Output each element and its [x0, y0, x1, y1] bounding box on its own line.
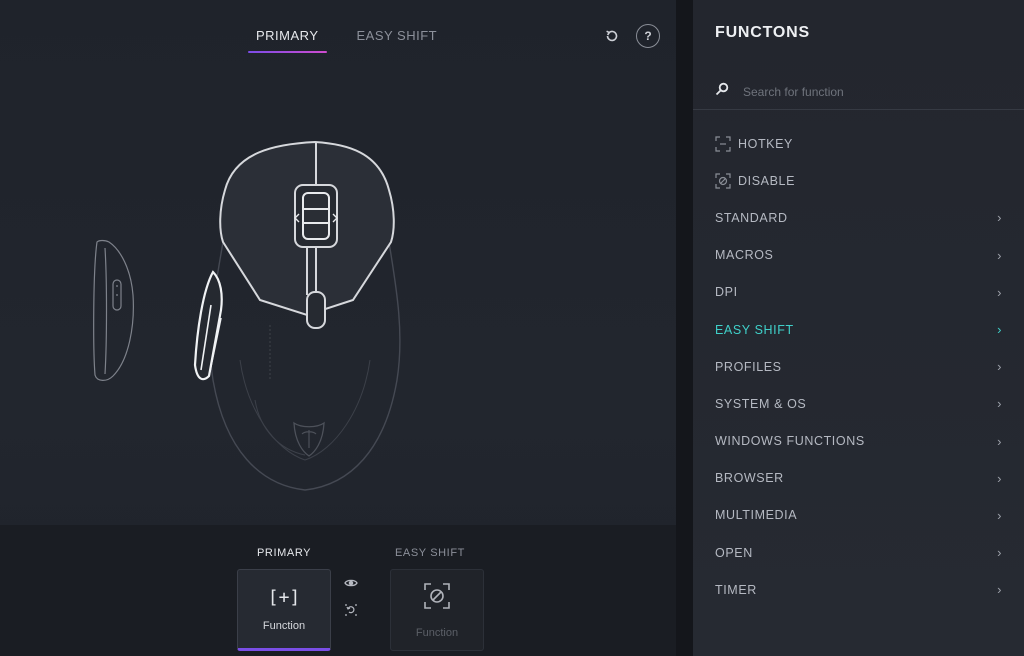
search-icon [715, 82, 729, 101]
easy-slot-text: Function [415, 626, 459, 639]
panel-divider [676, 0, 693, 656]
add-function-icon: [+] [267, 586, 301, 608]
tab-primary[interactable]: PRIMARY [248, 24, 327, 53]
function-item-easy-shift[interactable]: EASY SHIFT › [693, 311, 1024, 348]
primary-function-slot[interactable]: [+] Function [237, 569, 331, 651]
preview-eye-icon[interactable] [341, 573, 361, 593]
mouse-diagram [85, 130, 425, 500]
disable-slot-icon [423, 582, 451, 615]
function-search-input[interactable] [743, 84, 983, 99]
function-list: HOTKEY DISABLE STANDARD › MACROS › DPI › [693, 125, 1024, 608]
functions-title: FUNCTONS [715, 24, 810, 41]
chevron-right-icon: › [997, 470, 1002, 486]
easy-shift-slot-label: EASY SHIFT [395, 547, 465, 559]
function-item-label: DPI [715, 285, 738, 300]
function-item-open[interactable]: OPEN › [693, 534, 1024, 571]
chevron-right-icon: › [997, 507, 1002, 523]
functions-sidebar: FUNCTONS HOTKEY [693, 0, 1024, 656]
function-item-system-os[interactable]: SYSTEM & OS › [693, 385, 1024, 422]
function-item-label: PROFILES [715, 359, 782, 374]
function-item-label: MULTIMEDIA [715, 508, 798, 523]
primary-slot-label: PRIMARY [257, 547, 312, 559]
function-item-label: DISABLE [738, 173, 796, 188]
function-item-standard[interactable]: STANDARD › [693, 199, 1024, 236]
binding-slots: PRIMARY EASY SHIFT [+] Function Function [0, 525, 676, 656]
function-item-profiles[interactable]: PROFILES › [693, 348, 1024, 385]
mode-tabs: PRIMARY EASY SHIFT [248, 24, 445, 53]
function-item-label: EASY SHIFT [715, 322, 794, 337]
chevron-right-icon: › [997, 433, 1002, 449]
disable-icon [715, 173, 731, 189]
mouse-side-view [93, 239, 134, 381]
chevron-right-icon: › [997, 359, 1002, 375]
function-item-label: HOTKEY [738, 136, 793, 151]
function-item-label: WINDOWS FUNCTIONS [715, 434, 865, 449]
primary-slot-text: Function [262, 619, 306, 632]
chevron-right-icon: › [997, 322, 1002, 338]
chevron-right-icon: › [997, 582, 1002, 598]
tab-easy-shift[interactable]: EASY SHIFT [349, 24, 446, 53]
mouse-config-panel: PRIMARY EASY SHIFT ? PRIMARY EASY SHIFT … [0, 0, 676, 656]
function-item-windows-functions[interactable]: WINDOWS FUNCTIONS › [693, 423, 1024, 460]
chevron-right-icon: › [997, 396, 1002, 412]
help-icon[interactable]: ? [636, 24, 660, 48]
function-item-dpi[interactable]: DPI › [693, 274, 1024, 311]
easy-shift-function-slot[interactable]: Function [390, 569, 484, 651]
function-item-label: MACROS [715, 248, 774, 263]
function-item-label: BROWSER [715, 471, 784, 486]
function-item-label: SYSTEM & OS [715, 396, 807, 411]
chevron-right-icon: › [997, 210, 1002, 226]
mouse-top-view [193, 140, 401, 491]
function-search-bar [693, 74, 1024, 110]
hotkey-icon [715, 135, 731, 152]
function-item-label: OPEN [715, 545, 753, 560]
chevron-right-icon: › [997, 247, 1002, 263]
function-item-timer[interactable]: TIMER › [693, 571, 1024, 608]
function-item-label: STANDARD [715, 210, 788, 225]
function-item-label: TIMER [715, 582, 757, 597]
undo-icon[interactable] [341, 600, 361, 620]
function-item-browser[interactable]: BROWSER › [693, 460, 1024, 497]
function-item-disable[interactable]: DISABLE [693, 162, 1024, 199]
reset-icon[interactable] [600, 24, 624, 48]
chevron-right-icon: › [997, 545, 1002, 561]
chevron-right-icon: › [997, 284, 1002, 300]
function-item-macros[interactable]: MACROS › [693, 237, 1024, 274]
function-item-hotkey[interactable]: HOTKEY [693, 125, 1024, 162]
function-item-multimedia[interactable]: MULTIMEDIA › [693, 497, 1024, 534]
header-actions: ? [600, 24, 660, 48]
